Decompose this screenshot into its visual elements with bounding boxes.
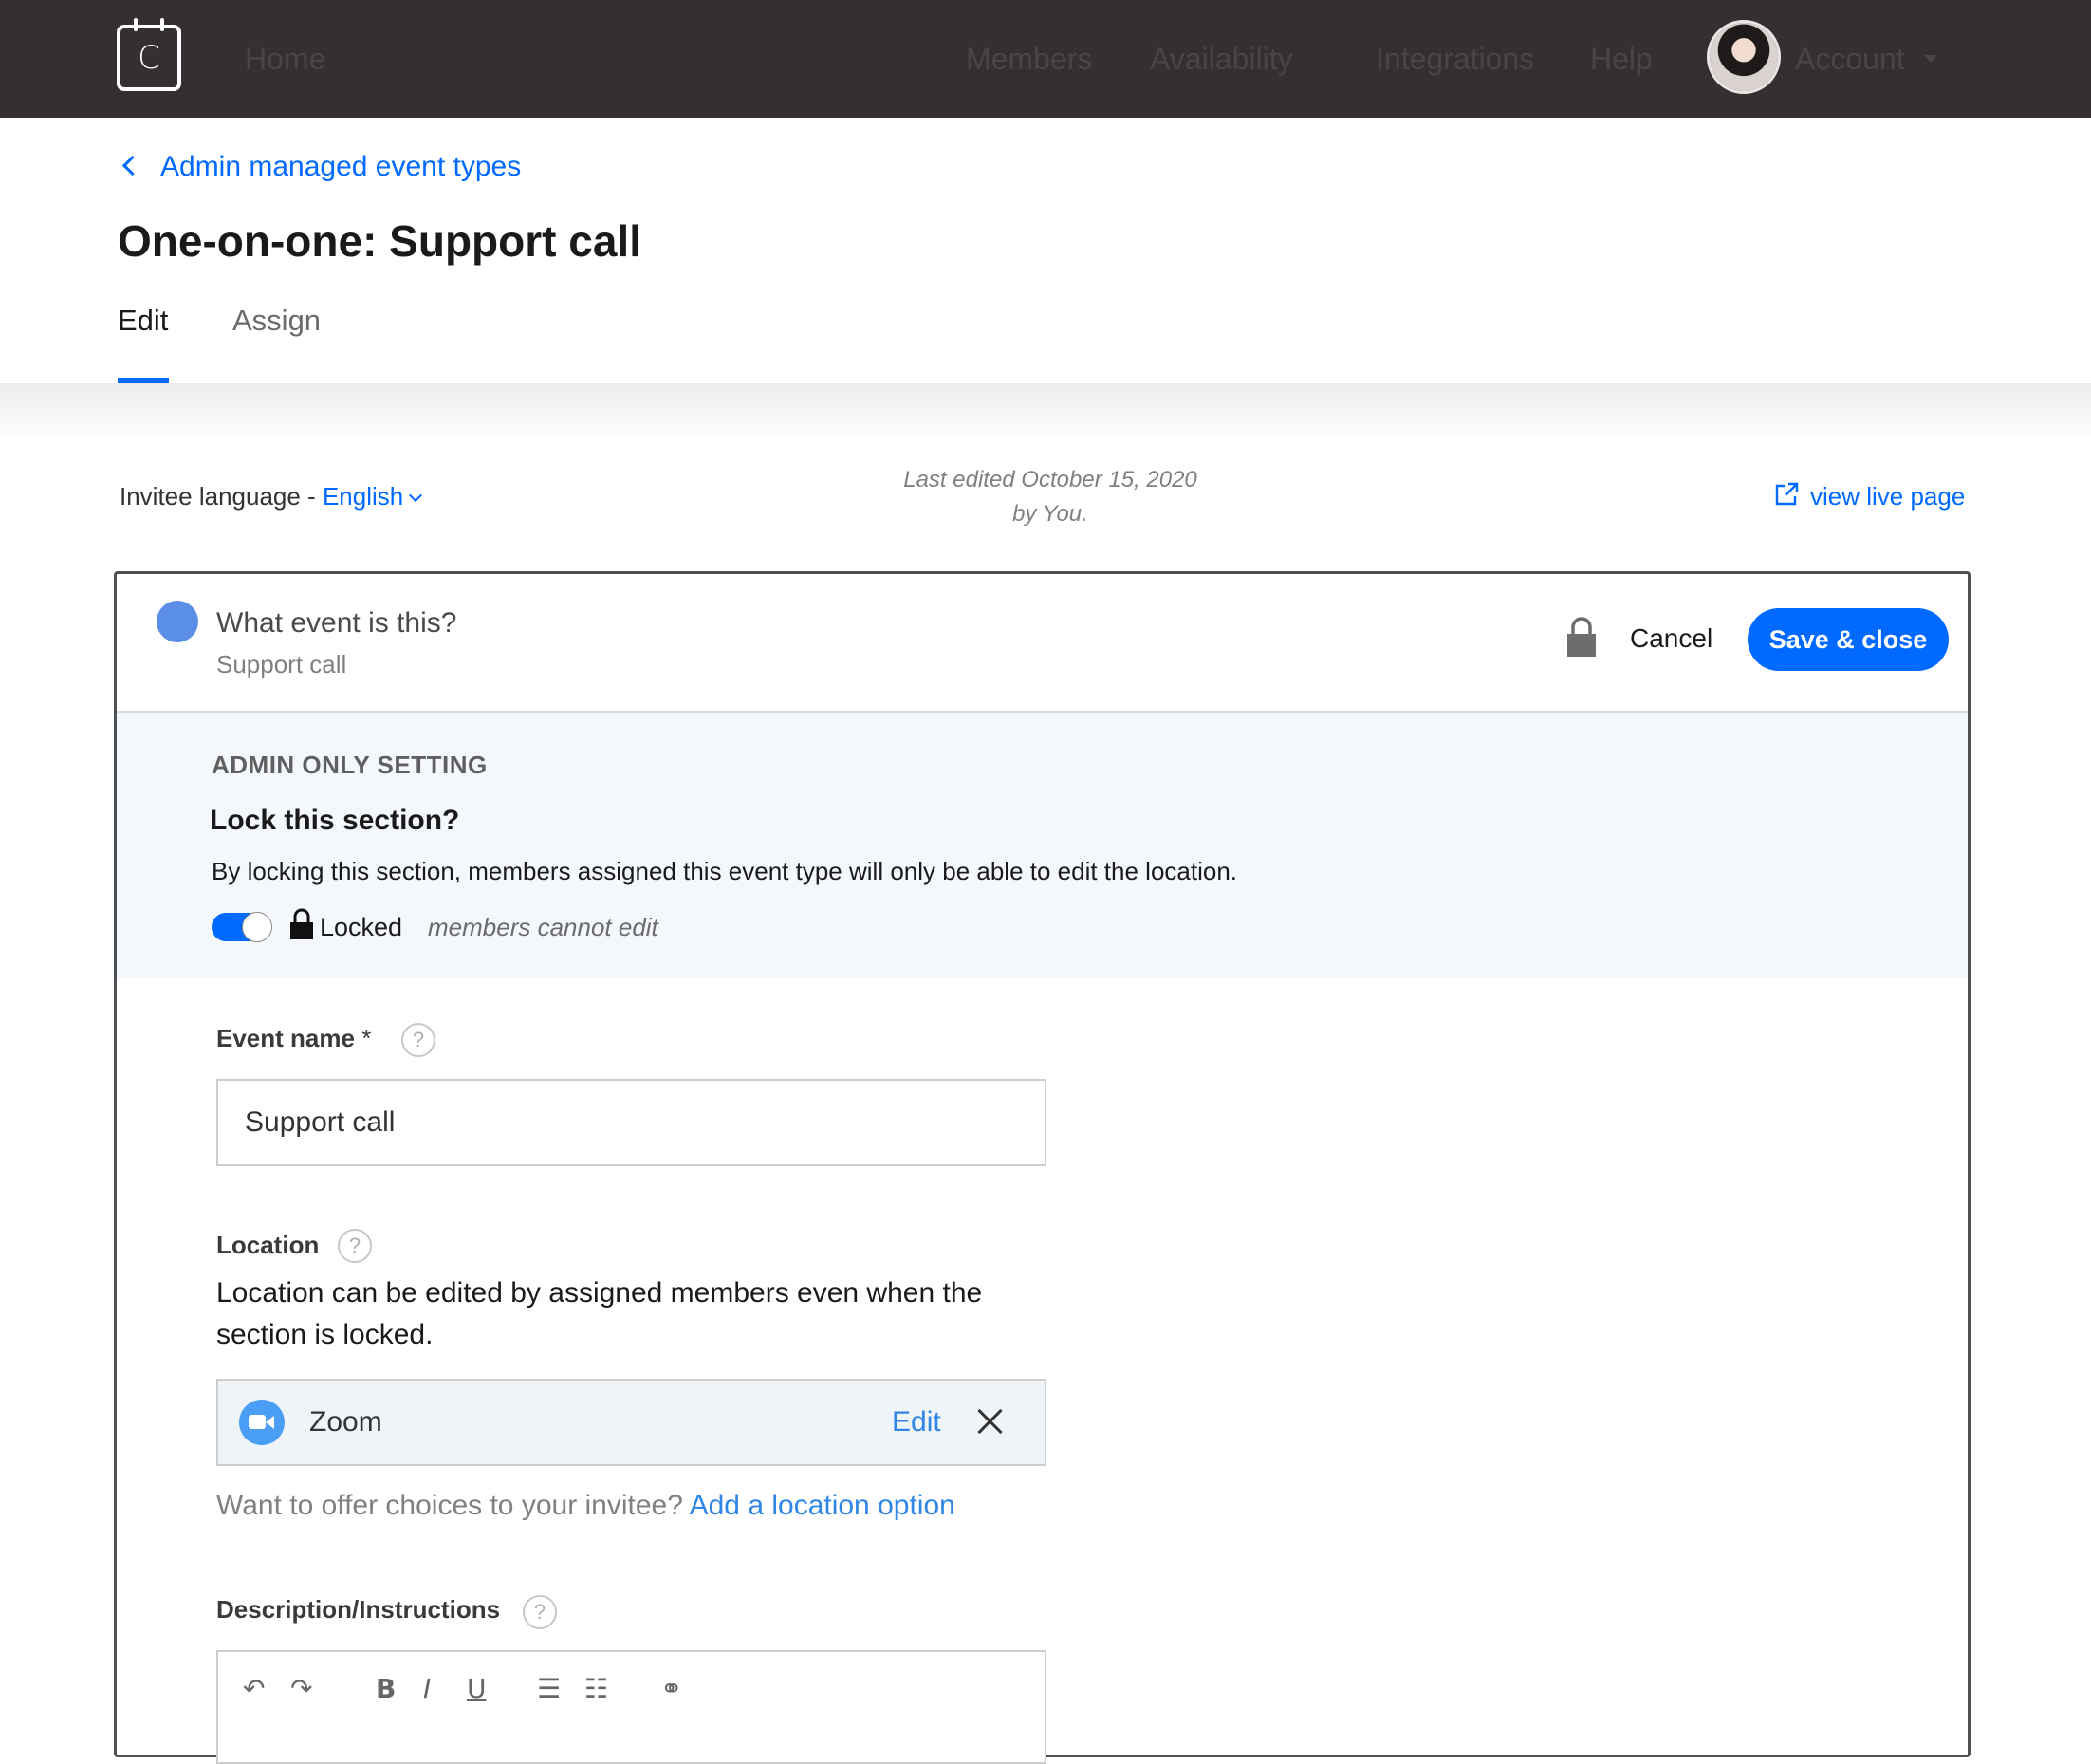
nav-integrations[interactable]: Integrations (1376, 38, 1534, 80)
caret-down-icon[interactable] (1924, 55, 1937, 63)
section-question: What event is this? (216, 607, 457, 639)
lock-section-heading: Lock this section? (210, 805, 460, 836)
undo-icon[interactable]: ↶ (243, 1673, 265, 1704)
bullet-list-icon[interactable]: ☰ (537, 1673, 561, 1704)
lock-toggle[interactable] (212, 912, 272, 942)
description-editor[interactable]: ↶ ↷ B I U ☰ ☷ ⚭ (216, 1650, 1046, 1764)
nav-account[interactable]: Account (1795, 38, 1905, 80)
language-label: Invitee language - (120, 482, 323, 511)
event-name-label-text: Event name (216, 1024, 355, 1052)
save-and-close-button[interactable]: Save & close (1748, 608, 1949, 671)
nav-help[interactable]: Help (1590, 38, 1653, 80)
nav-availability[interactable]: Availability (1150, 38, 1293, 80)
camera-body (249, 1415, 266, 1429)
camera-lens (266, 1416, 274, 1429)
numbered-list-icon[interactable]: ☷ (584, 1673, 608, 1704)
locked-status: Locked (320, 913, 403, 941)
lock-icon (290, 908, 313, 939)
view-live-label: view live page (1810, 482, 1966, 511)
lock-section-description: By locking this section, members assigne… (212, 857, 1238, 885)
chevron-down-icon[interactable] (409, 488, 423, 503)
section-subtitle: Support call (216, 650, 347, 678)
required-mark: * (361, 1024, 372, 1052)
location-help-text: Location can be edited by assigned membe… (216, 1277, 983, 1350)
logo-letter: C (138, 39, 160, 77)
logo-ring-right (160, 18, 164, 31)
admin-only-label: ADMIN ONLY SETTING (212, 751, 488, 779)
breadcrumb-label: Admin managed event types (160, 151, 522, 182)
view-live-page-link[interactable]: view live page (1774, 480, 1965, 512)
language-dropdown[interactable]: English (323, 482, 403, 511)
last-edited-date: Last edited October 15, 2020 (903, 467, 1197, 492)
help-icon[interactable]: ? (338, 1229, 372, 1263)
external-link-icon (1775, 482, 1799, 506)
cancel-button[interactable]: Cancel (1630, 622, 1712, 656)
toggle-knob (242, 912, 272, 942)
lock-icon[interactable] (1566, 616, 1597, 658)
page-title: One-on-one: Support call (118, 216, 641, 266)
event-details-card: What event is this? Support call Cancel … (114, 571, 1971, 1764)
locked-note: members cannot edit (428, 913, 658, 941)
last-edited-info: Last edited October 15, 2020 by You. (854, 463, 1247, 531)
invitee-language: Invitee language - English (120, 480, 423, 512)
italic-icon[interactable]: I (423, 1673, 431, 1704)
help-icon[interactable]: ? (401, 1023, 435, 1057)
add-location-option-link[interactable]: Add a location option (690, 1490, 955, 1521)
nav-members[interactable]: Members (966, 38, 1092, 80)
edit-location-link[interactable]: Edit (892, 1403, 941, 1441)
breadcrumb-back-link[interactable]: Admin managed event types (121, 148, 522, 186)
event-name-input[interactable]: Support call (216, 1079, 1046, 1166)
tab-assign[interactable]: Assign (232, 302, 321, 340)
chevron-left-icon (121, 155, 143, 176)
last-edited-by: by You. (1012, 501, 1088, 527)
nav-home[interactable]: Home (245, 38, 325, 80)
avatar[interactable] (1710, 23, 1778, 91)
admin-lock-panel: ADMIN ONLY SETTING Lock this section? By… (117, 713, 1968, 978)
location-zoom-item: Zoom Edit (216, 1379, 1046, 1466)
underline-icon[interactable]: U (467, 1673, 487, 1704)
calendly-logo[interactable]: C (117, 18, 181, 91)
header-shadow (0, 383, 2091, 440)
location-choices-text: Want to offer choices to your invitee? A… (216, 1487, 955, 1525)
logo-ring-left (134, 18, 138, 31)
choices-prompt: Want to offer choices to your invitee? (216, 1490, 690, 1521)
tab-edit[interactable]: Edit (118, 302, 168, 340)
event-name-label: Event name * (216, 1022, 371, 1054)
location-label: Location (216, 1231, 320, 1259)
location-name: Zoom (309, 1406, 382, 1438)
video-camera-icon (239, 1400, 285, 1445)
link-icon[interactable]: ⚭ (660, 1673, 682, 1704)
redo-icon[interactable]: ↷ (290, 1673, 312, 1704)
description-label: Description/Instructions (216, 1595, 501, 1624)
top-nav: C Home Members Availability Integrations… (0, 0, 2091, 118)
close-icon[interactable] (975, 1407, 1004, 1436)
help-icon[interactable]: ? (523, 1595, 557, 1629)
bold-icon[interactable]: B (376, 1673, 396, 1704)
event-color-dot (157, 601, 198, 642)
